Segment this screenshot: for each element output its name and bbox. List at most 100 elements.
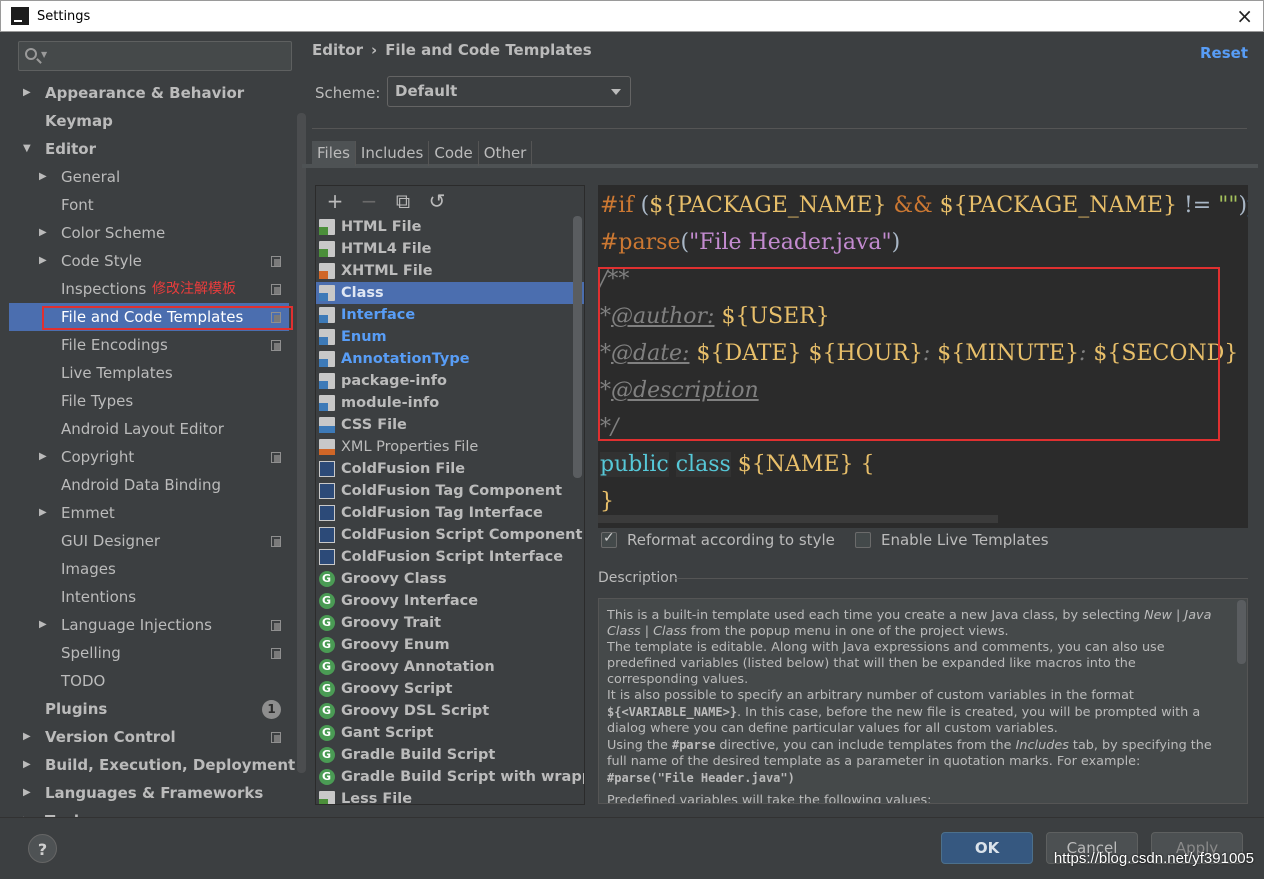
chevron-right-icon[interactable]: ▶ <box>39 499 47 527</box>
reset-link[interactable]: Reset <box>1200 44 1248 62</box>
sidebar-item-images[interactable]: Images <box>9 555 289 583</box>
list-item-label: Groovy Interface <box>341 593 479 609</box>
list-item[interactable]: ColdFusion Script Component <box>316 524 584 546</box>
search-history-dropdown-icon[interactable]: ▼ <box>41 50 47 59</box>
list-item[interactable]: ColdFusion Tag Component <box>316 480 584 502</box>
list-item[interactable]: Groovy Interface <box>316 590 584 612</box>
sidebar-item-live-templates[interactable]: Live Templates <box>9 359 289 387</box>
template-tabs: Files Includes Code Other <box>312 141 533 166</box>
list-item[interactable]: Groovy Script <box>316 678 584 700</box>
sidebar-item-todo[interactable]: TODO <box>9 667 289 695</box>
sidebar-item-general[interactable]: ▶ General <box>9 163 289 191</box>
live-templates-checkbox[interactable]: Enable Live Templates <box>855 531 1049 549</box>
template-list: + − ⧉ ↺ HTML File HTML4 File XHTML File Cla… <box>315 185 585 805</box>
sidebar-item-appearance-behavior[interactable]: ▶ Appearance & Behavior <box>9 79 289 107</box>
chevron-right-icon[interactable]: ▶ <box>23 723 31 751</box>
list-item[interactable]: XML Properties File <box>316 436 584 458</box>
chevron-right-icon[interactable]: ▶ <box>39 163 47 191</box>
list-item[interactable]: Groovy Trait <box>316 612 584 634</box>
list-item-label: HTML File <box>341 219 422 235</box>
list-item[interactable]: Less File <box>316 788 584 804</box>
list-item[interactable]: package-info <box>316 370 584 392</box>
list-scrollbar[interactable] <box>573 216 582 478</box>
sidebar-item-languages-frameworks[interactable]: ▶ Languages & Frameworks <box>9 779 289 807</box>
editor-horizontal-scrollbar[interactable] <box>598 515 998 523</box>
sidebar-item-gui-designer[interactable]: GUI Designer <box>9 527 289 555</box>
sidebar-item-copyright[interactable]: ▶ Copyright <box>9 443 289 471</box>
list-item-label: ColdFusion Tag Interface <box>341 505 543 521</box>
list-item[interactable]: HTML4 File <box>316 238 584 260</box>
description-scrollbar[interactable] <box>1237 600 1246 664</box>
sidebar-item-file-encodings[interactable]: File Encodings <box>9 331 289 359</box>
list-item[interactable]: Gradle Build Script <box>316 744 584 766</box>
ok-button[interactable]: OK <box>941 832 1033 864</box>
dialog-footer: ? OK Cancel Apply https://blog.csdn.net/… <box>0 817 1264 879</box>
chevron-right-icon[interactable]: ▶ <box>23 79 31 107</box>
checkbox-checked-icon[interactable] <box>601 530 617 548</box>
checkbox-unchecked-icon[interactable] <box>855 532 871 548</box>
remove-icon[interactable]: − <box>358 189 380 213</box>
chevron-right-icon[interactable]: ▶ <box>23 779 31 807</box>
sidebar-item-label: Inspections <box>61 280 147 298</box>
tab-includes[interactable]: Includes <box>356 141 430 166</box>
list-item-label: Enum <box>341 329 387 345</box>
list-item[interactable]: CSS File <box>316 414 584 436</box>
sidebar-item-intentions[interactable]: Intentions <box>9 583 289 611</box>
sidebar-item-code-style[interactable]: ▶ Code Style <box>9 247 289 275</box>
settings-search-input[interactable]: ▼ <box>18 41 292 71</box>
list-item[interactable]: ColdFusion Tag Interface <box>316 502 584 524</box>
reset-icon[interactable]: ↺ <box>426 189 448 213</box>
list-item[interactable]: Groovy Class <box>316 568 584 590</box>
tab-code[interactable]: Code <box>429 141 479 166</box>
chevron-right-icon[interactable]: ▶ <box>39 443 47 471</box>
chevron-right-icon[interactable]: ▶ <box>39 247 47 275</box>
scheme-select[interactable]: Default <box>387 76 631 107</box>
sidebar-item-keymap[interactable]: Keymap <box>9 107 289 135</box>
sidebar-item-color-scheme[interactable]: ▶ Color Scheme <box>9 219 289 247</box>
breadcrumb-editor[interactable]: Editor <box>312 41 363 59</box>
list-item-label: Groovy Class <box>341 571 447 587</box>
sidebar-item-font[interactable]: Font <box>9 191 289 219</box>
sidebar-item-language-injections[interactable]: ▶ Language Injections <box>9 611 289 639</box>
sidebar-item-android-layout-editor[interactable]: Android Layout Editor <box>9 415 289 443</box>
tab-other[interactable]: Other <box>479 141 533 166</box>
list-item[interactable]: XHTML File <box>316 260 584 282</box>
sidebar-item-editor[interactable]: ▼ Editor <box>9 135 289 163</box>
sidebar-item-build-execution-deployment[interactable]: ▶ Build, Execution, Deployment <box>9 751 295 779</box>
list-item[interactable]: module-info <box>316 392 584 414</box>
copy-icon[interactable]: ⧉ <box>392 189 414 213</box>
reformat-checkbox[interactable]: Reformat according to style <box>601 530 835 549</box>
list-item-label: AnnotationType <box>341 351 470 367</box>
sidebar-item-inspections[interactable]: Inspections 修改注解模板 <box>9 275 289 303</box>
chevron-right-icon[interactable]: ▶ <box>23 751 31 779</box>
list-item[interactable]: HTML File <box>316 216 584 238</box>
list-item[interactable]: Gant Script <box>316 722 584 744</box>
list-item[interactable]: Groovy Enum <box>316 634 584 656</box>
list-item[interactable]: Groovy DSL Script <box>316 700 584 722</box>
sidebar-item-android-data-binding[interactable]: Android Data Binding <box>9 471 289 499</box>
update-count-badge: 1 <box>262 700 281 719</box>
list-item[interactable]: ColdFusion File <box>316 458 584 480</box>
list-item[interactable]: AnnotationType <box>316 348 584 370</box>
sidebar-item-spelling[interactable]: Spelling <box>9 639 289 667</box>
project-scope-icon <box>271 648 281 659</box>
list-item[interactable]: ColdFusion Script Interface <box>316 546 584 568</box>
list-item[interactable]: Class <box>316 282 584 304</box>
list-item[interactable]: Groovy Annotation <box>316 656 584 678</box>
sidebar-item-plugins[interactable]: Plugins 1 <box>9 695 289 723</box>
breadcrumb: Editor › File and Code Templates <box>312 41 592 59</box>
sidebar-item-emmet[interactable]: ▶ Emmet <box>9 499 289 527</box>
chevron-right-icon[interactable]: ▶ <box>39 611 47 639</box>
sidebar-item-file-types[interactable]: File Types <box>9 387 289 415</box>
close-icon[interactable]: × <box>1236 4 1253 28</box>
chevron-right-icon[interactable]: ▶ <box>39 219 47 247</box>
tab-files[interactable]: Files <box>312 141 356 166</box>
list-item[interactable]: Interface <box>316 304 584 326</box>
add-icon[interactable]: + <box>324 189 346 213</box>
chevron-down-icon[interactable]: ▼ <box>23 135 31 163</box>
help-button[interactable]: ? <box>28 834 57 863</box>
css-file-icon <box>319 417 335 433</box>
sidebar-item-version-control[interactable]: ▶ Version Control <box>9 723 289 751</box>
list-item[interactable]: Enum <box>316 326 584 348</box>
list-item[interactable]: Gradle Build Script with wrapper <box>316 766 584 788</box>
